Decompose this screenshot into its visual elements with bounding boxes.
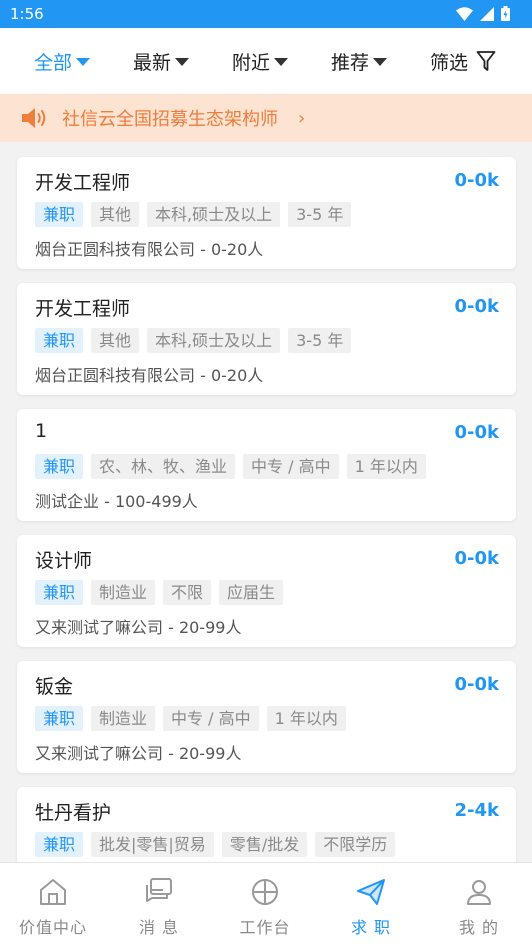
battery-icon bbox=[501, 6, 510, 21]
message-icon bbox=[146, 878, 172, 902]
speaker-icon bbox=[22, 108, 46, 128]
job-tag: 不限学历 bbox=[315, 832, 396, 857]
job-tag: 其他 bbox=[91, 202, 140, 227]
job-salary: 0-0k bbox=[454, 548, 500, 569]
home-icon bbox=[40, 879, 66, 905]
job-company: 烟台正圆科技有限公司 - 0-20人 bbox=[35, 240, 264, 259]
job-tag: 本科,硕士及以上 bbox=[147, 328, 281, 353]
tab-label: 消 息 bbox=[138, 918, 180, 937]
job-tag: 本科,硕士及以上 bbox=[147, 202, 281, 227]
tab-label: 价值中心 bbox=[18, 918, 87, 937]
job-card[interactable]: 钣金 0-0k 兼职 制造业 中专 / 高中 1 年以内又来测试了嘛公司 - 20-99人 bbox=[17, 661, 516, 773]
filter-label: 推荐 bbox=[331, 51, 370, 74]
signal-icon bbox=[480, 6, 494, 21]
job-tag: 制造业 bbox=[91, 580, 156, 605]
job-tag: 不限 bbox=[163, 580, 212, 605]
job-title: 1 bbox=[35, 420, 48, 442]
job-type-tag: 兼职 bbox=[35, 706, 84, 731]
profile-icon bbox=[467, 880, 491, 905]
job-tag: 3-5 年 bbox=[288, 202, 352, 227]
filter-label: 附近 bbox=[232, 51, 271, 74]
caret-down-icon bbox=[76, 58, 91, 66]
filter-label: 筛选 bbox=[430, 51, 469, 74]
job-tag: 中专 / 高中 bbox=[243, 454, 339, 479]
notice-banner[interactable]: 社信云全国招募生态架构师 › bbox=[0, 94, 532, 142]
job-tags: 兼职 制造业 中专 / 高中 1 年以内 bbox=[35, 706, 346, 731]
notice-text: 社信云全国招募生态架构师 bbox=[62, 109, 278, 130]
job-company: 又来测试了嘛公司 - 20-99人 bbox=[35, 618, 242, 637]
filter-recommended[interactable]: 推荐 bbox=[331, 28, 388, 94]
job-card[interactable]: 开发工程师 0-0k 兼职 其他 本科,硕士及以上 3-5 年烟台正圆科技有限公司 - 0… bbox=[17, 283, 516, 395]
caret-down-icon bbox=[274, 58, 289, 66]
job-salary: 0-0k bbox=[454, 422, 500, 443]
job-tags: 兼职 批发|零售|贸易 零售/批发 不限学历 bbox=[35, 832, 396, 857]
tab-label: 求 职 bbox=[350, 918, 392, 937]
job-tags: 兼职 制造业 不限 应届生 bbox=[35, 580, 284, 605]
job-card[interactable]: 设计师 0-0k 兼职 制造业 不限 应届生又来测试了嘛公司 - 20-99人 bbox=[17, 535, 516, 647]
filter-label: 全部 bbox=[34, 51, 73, 74]
job-title: 钣金 bbox=[35, 676, 74, 698]
chevron-right-icon: › bbox=[298, 107, 306, 129]
job-salary: 0-0k bbox=[454, 296, 500, 317]
workbench-icon bbox=[252, 879, 278, 905]
job-company: 烟台正圆科技有限公司 - 0-20人 bbox=[35, 366, 264, 385]
filter-nearby[interactable]: 附近 bbox=[232, 28, 289, 94]
job-card[interactable]: 开发工程师 0-0k 兼职 其他 本科,硕士及以上 3-5 年烟台正圆科技有限公司 - 0… bbox=[17, 157, 516, 269]
job-title: 牡丹看护 bbox=[35, 802, 112, 824]
filter-all[interactable]: 全部 bbox=[34, 28, 91, 94]
job-tag: 农、林、牧、渔业 bbox=[91, 454, 236, 479]
job-tag: 零售/批发 bbox=[221, 832, 308, 857]
status-bar: 1:56 bbox=[0, 0, 532, 28]
filter-label: 最新 bbox=[133, 51, 172, 74]
tab-value-center[interactable]: 价值中心 bbox=[0, 863, 106, 948]
job-company: 又来测试了嘛公司 - 20-99人 bbox=[35, 744, 242, 763]
job-tags: 兼职 其他 本科,硕士及以上 3-5 年 bbox=[35, 328, 352, 353]
tab-label: 我 的 bbox=[458, 918, 500, 937]
job-tag: 应届生 bbox=[219, 580, 284, 605]
job-title: 开发工程师 bbox=[35, 172, 131, 194]
job-company: 测试企业 - 100-499人 bbox=[35, 492, 198, 511]
job-tag: 制造业 bbox=[91, 706, 156, 731]
job-tag: 1 年以内 bbox=[266, 706, 346, 731]
job-salary: 0-0k bbox=[454, 674, 500, 695]
filter-latest[interactable]: 最新 bbox=[133, 28, 190, 94]
job-title: 设计师 bbox=[35, 550, 93, 572]
job-type-tag: 兼职 bbox=[35, 580, 84, 605]
job-title: 开发工程师 bbox=[35, 298, 131, 320]
job-type-tag: 兼职 bbox=[35, 202, 84, 227]
job-tag: 批发|零售|贸易 bbox=[91, 832, 214, 857]
job-tag: 其他 bbox=[91, 328, 140, 353]
caret-down-icon bbox=[175, 58, 190, 66]
send-icon bbox=[357, 879, 385, 905]
wifi-icon bbox=[456, 6, 473, 21]
job-salary: 2-4k bbox=[454, 800, 500, 821]
job-tag: 3-5 年 bbox=[288, 328, 352, 353]
job-type-tag: 兼职 bbox=[35, 328, 84, 353]
tab-job-search[interactable]: 求 职 bbox=[318, 863, 424, 948]
job-tags: 兼职 农、林、牧、渔业 中专 / 高中 1 年以内 bbox=[35, 454, 426, 479]
filter-screen-button[interactable]: 筛选 bbox=[430, 28, 496, 94]
job-card[interactable]: 1 0-0k 兼职 农、林、牧、渔业 中专 / 高中 1 年以内测试企业 - 100-49… bbox=[17, 409, 516, 521]
job-type-tag: 兼职 bbox=[35, 454, 84, 479]
status-time: 1:56 bbox=[10, 5, 44, 23]
job-tag: 中专 / 高中 bbox=[163, 706, 259, 731]
tab-profile[interactable]: 我 的 bbox=[426, 863, 532, 948]
job-tag: 1 年以内 bbox=[346, 454, 426, 479]
tab-workbench[interactable]: 工作台 bbox=[212, 863, 318, 948]
caret-down-icon bbox=[373, 58, 388, 66]
funnel-icon bbox=[476, 51, 496, 71]
job-salary: 0-0k bbox=[454, 170, 500, 191]
job-tags: 兼职 其他 本科,硕士及以上 3-5 年 bbox=[35, 202, 352, 227]
job-type-tag: 兼职 bbox=[35, 832, 84, 857]
bottom-tab-bar: 价值中心 消 息 工作台 求 职 我 的 bbox=[0, 862, 532, 948]
tab-messages[interactable]: 消 息 bbox=[106, 863, 212, 948]
tab-label: 工作台 bbox=[239, 918, 291, 937]
filter-bar: 全部 最新 附近 推荐 筛选 bbox=[0, 28, 532, 94]
